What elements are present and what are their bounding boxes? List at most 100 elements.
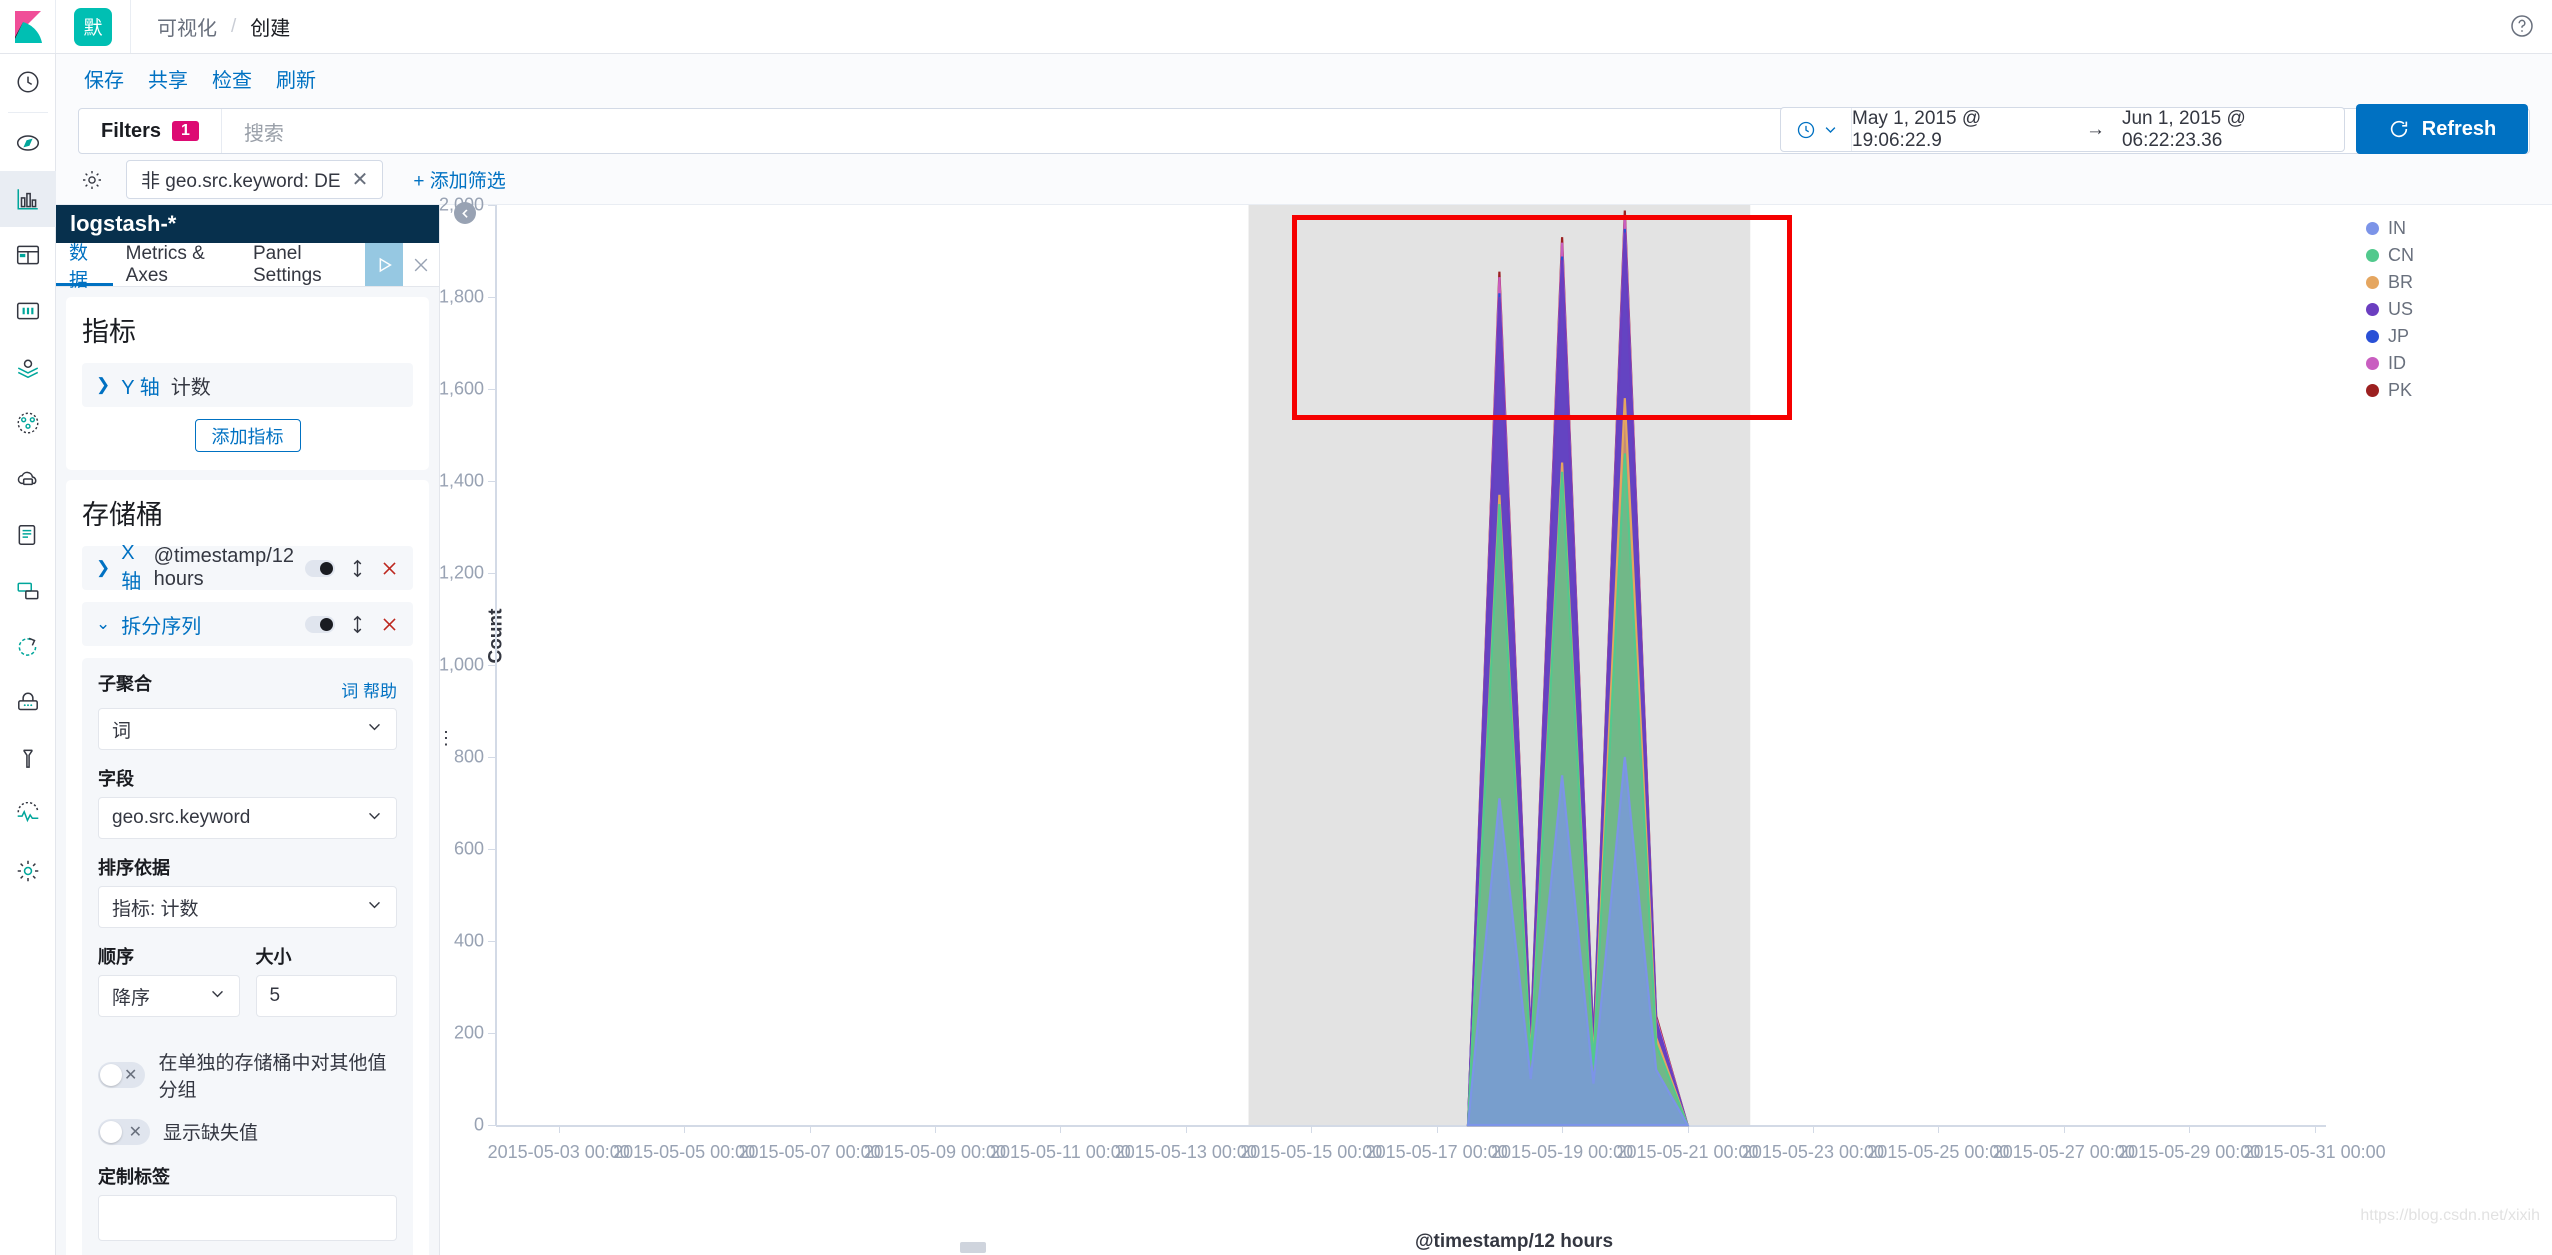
- show-missing-values-row[interactable]: ✕ 显示缺失值: [98, 1118, 397, 1145]
- add-filter-button[interactable]: + 添加筛选: [413, 166, 505, 193]
- horizontal-scrollbar[interactable]: [960, 1242, 986, 1253]
- legend-item-in[interactable]: IN: [2366, 215, 2506, 242]
- bucket-enable-toggle[interactable]: [305, 559, 335, 577]
- size-input[interactable]: 5: [255, 975, 397, 1017]
- date-end-value[interactable]: Jun 1, 2015 @ 06:22:23.36: [2122, 108, 2344, 152]
- legend-item-br[interactable]: BR: [2366, 269, 2506, 296]
- group-other-values-row[interactable]: ✕ 在单独的存储桶中对其他值分组: [98, 1048, 397, 1102]
- sub-agg-select[interactable]: 词: [98, 708, 397, 750]
- group-other-values-toggle[interactable]: ✕: [98, 1062, 146, 1088]
- sub-agg-help-link[interactable]: 词 帮助: [341, 677, 397, 702]
- gear-icon[interactable]: [80, 168, 104, 192]
- filters-tab[interactable]: Filters 1: [79, 109, 222, 153]
- sidebar-item-machine-learning[interactable]: [0, 451, 56, 507]
- chevron-down-icon[interactable]: ⌄: [96, 614, 110, 634]
- chevron-right-icon[interactable]: ❯: [96, 375, 110, 395]
- breadcrumb: 可视化 / 创建: [157, 12, 290, 41]
- area-chart-plot[interactable]: [496, 205, 2346, 1155]
- refresh-icon: [2390, 120, 2407, 138]
- date-start-value[interactable]: May 1, 2015 @ 19:06:22.9: [1852, 108, 2069, 152]
- apply-changes-button[interactable]: [364, 243, 403, 286]
- y-tick-mark: [488, 849, 495, 850]
- drag-handle-icon[interactable]: [350, 615, 365, 634]
- refresh-action[interactable]: 刷新: [276, 64, 316, 93]
- legend-label: ID: [2388, 353, 2406, 373]
- show-missing-values-toggle[interactable]: ✕: [98, 1118, 150, 1145]
- legend-item-pk[interactable]: PK: [2366, 377, 2506, 404]
- legend-color-dot: [2366, 303, 2379, 316]
- sub-agg-value: 词: [112, 720, 132, 742]
- close-editor-button[interactable]: [403, 243, 439, 286]
- tab-panel-settings[interactable]: Panel Settings: [240, 243, 365, 286]
- legend-color-dot: [2366, 384, 2379, 397]
- chevron-right-icon[interactable]: ❯: [96, 558, 110, 578]
- y-tick-mark: [488, 757, 495, 758]
- share-action[interactable]: 共享: [148, 64, 188, 93]
- primary-navigation-rail: [0, 54, 56, 1255]
- order-select[interactable]: 降序: [98, 975, 240, 1017]
- y-axis-tick: 200: [453, 1022, 484, 1043]
- tab-data[interactable]: 数据: [56, 243, 113, 291]
- y-tick-mark: [488, 389, 495, 390]
- remove-bucket-icon[interactable]: [380, 615, 399, 634]
- watermark-text: https://blog.csdn.net/xixih: [2360, 1207, 2540, 1224]
- sidebar-item-monitoring[interactable]: [0, 787, 56, 843]
- save-action[interactable]: 保存: [84, 64, 124, 93]
- sidebar-item-logs[interactable]: [0, 507, 56, 563]
- field-select[interactable]: geo.src.keyword: [98, 797, 397, 839]
- refresh-label: Refresh: [2421, 117, 2497, 140]
- sidebar-item-siem[interactable]: [0, 675, 56, 731]
- legend-label: BR: [2388, 272, 2414, 292]
- filter-pill-geo-src-de[interactable]: 非 geo.src.keyword: DE ✕: [126, 160, 384, 199]
- sidebar-item-discover[interactable]: [0, 115, 56, 171]
- sidebar-item-dashboard[interactable]: [0, 227, 56, 283]
- chevron-down-icon: [366, 807, 383, 830]
- add-metric-button[interactable]: 添加指标: [194, 419, 301, 452]
- legend-item-jp[interactable]: JP: [2366, 323, 2506, 350]
- breadcrumb-visualize[interactable]: 可视化: [157, 12, 217, 41]
- legend-item-id[interactable]: ID: [2366, 350, 2506, 377]
- metric-axis-label: Y 轴: [121, 376, 160, 399]
- sidebar-item-apm[interactable]: [0, 563, 56, 619]
- kibana-logo-icon[interactable]: [0, 0, 56, 53]
- legend-color-dot: [2366, 357, 2379, 370]
- bucket-row-split-series[interactable]: ⌄ 拆分序列: [82, 602, 413, 646]
- bucket-agg-value: @timestamp/12 hours: [153, 545, 294, 590]
- refresh-button[interactable]: Refresh: [2356, 104, 2528, 154]
- bucket-split-label: 拆分序列: [121, 615, 202, 638]
- index-pattern-title: logstash-*: [56, 205, 439, 243]
- legend-item-us[interactable]: US: [2366, 296, 2506, 323]
- y-tick-mark: [488, 1125, 495, 1126]
- sidebar-item-recently-viewed[interactable]: [0, 54, 56, 110]
- sidebar-item-dev-tools[interactable]: [0, 731, 56, 787]
- date-quick-menu-button[interactable]: [1781, 108, 1852, 151]
- tab-metrics-axes[interactable]: Metrics & Axes: [113, 243, 240, 286]
- date-range-picker[interactable]: May 1, 2015 @ 19:06:22.9 → Jun 1, 2015 @…: [1780, 107, 2345, 152]
- sidebar-item-maps[interactable]: [0, 339, 56, 395]
- editor-action-bar: 保存 共享 检查 刷新: [56, 54, 2552, 102]
- space-avatar[interactable]: 默: [74, 7, 112, 46]
- y-axis-tick: 1,000: [438, 654, 484, 675]
- metric-row-y-axis[interactable]: ❯ Y 轴 计数: [82, 363, 413, 407]
- legend-label: PK: [2388, 380, 2413, 400]
- date-arrow-icon: →: [2085, 118, 2105, 140]
- panel-resize-handle[interactable]: ⋮: [437, 729, 455, 747]
- sidebar-item-graph[interactable]: [0, 395, 56, 451]
- inspect-action[interactable]: 检查: [212, 64, 252, 93]
- sidebar-item-management[interactable]: [0, 843, 56, 899]
- custom-label-input[interactable]: [98, 1195, 397, 1241]
- filters-label: Filters: [101, 119, 162, 142]
- y-tick-mark: [488, 1033, 495, 1034]
- legend-label: JP: [2388, 326, 2410, 346]
- legend-item-cn[interactable]: CN: [2366, 242, 2506, 269]
- sidebar-item-canvas[interactable]: [0, 283, 56, 339]
- bucket-row-x-axis[interactable]: ❯ X 轴 @timestamp/12 hours: [82, 542, 413, 593]
- split-enable-toggle[interactable]: [305, 615, 335, 633]
- close-icon[interactable]: ✕: [352, 167, 369, 192]
- sidebar-item-visualize[interactable]: [0, 171, 56, 227]
- help-circle-icon[interactable]: [2510, 14, 2534, 44]
- drag-handle-icon[interactable]: [350, 559, 365, 578]
- orderby-select[interactable]: 指标: 计数: [98, 886, 397, 928]
- sidebar-item-uptime[interactable]: [0, 619, 56, 675]
- rail-divider: [7, 112, 48, 113]
